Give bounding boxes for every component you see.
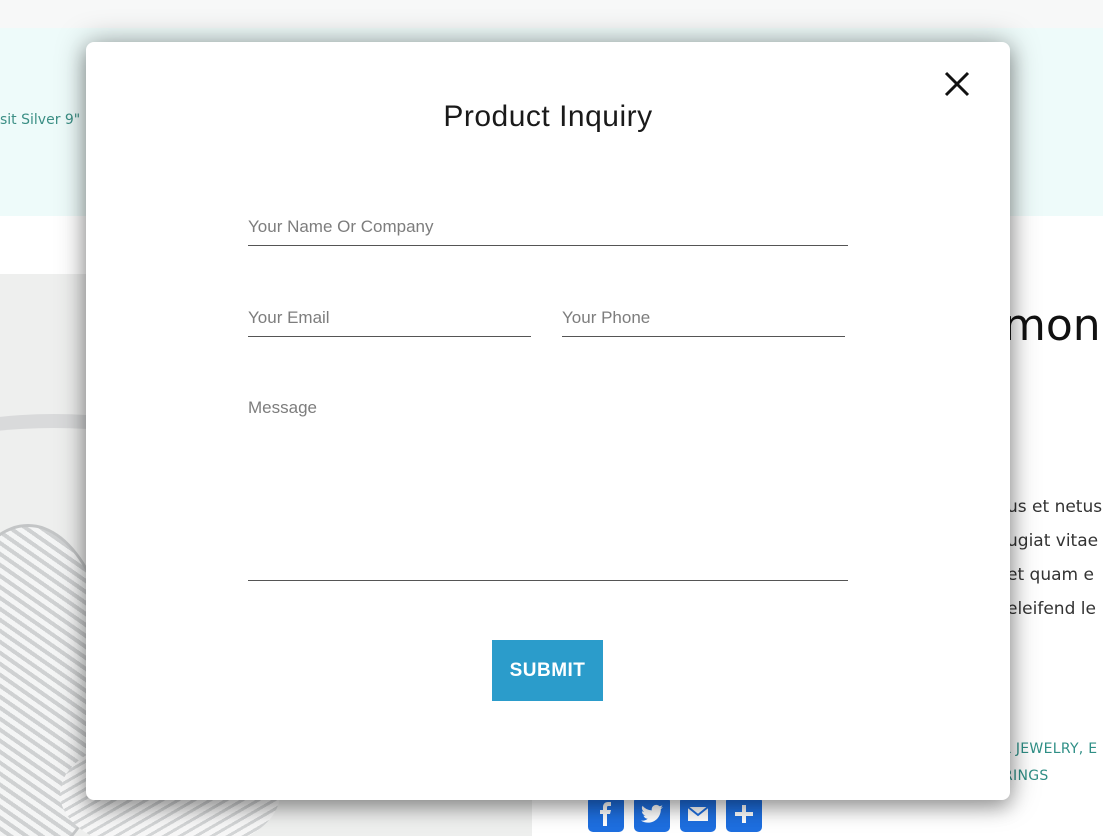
phone-field[interactable] [562,300,845,337]
product-inquiry-modal: Product Inquiry SUBMIT [86,42,1010,800]
close-icon[interactable] [943,70,971,98]
submit-button[interactable]: SUBMIT [492,640,603,701]
message-field[interactable] [248,394,848,581]
email-field[interactable] [248,300,531,337]
name-or-company-field[interactable] [248,209,848,246]
modal-title: Product Inquiry [443,100,653,133]
